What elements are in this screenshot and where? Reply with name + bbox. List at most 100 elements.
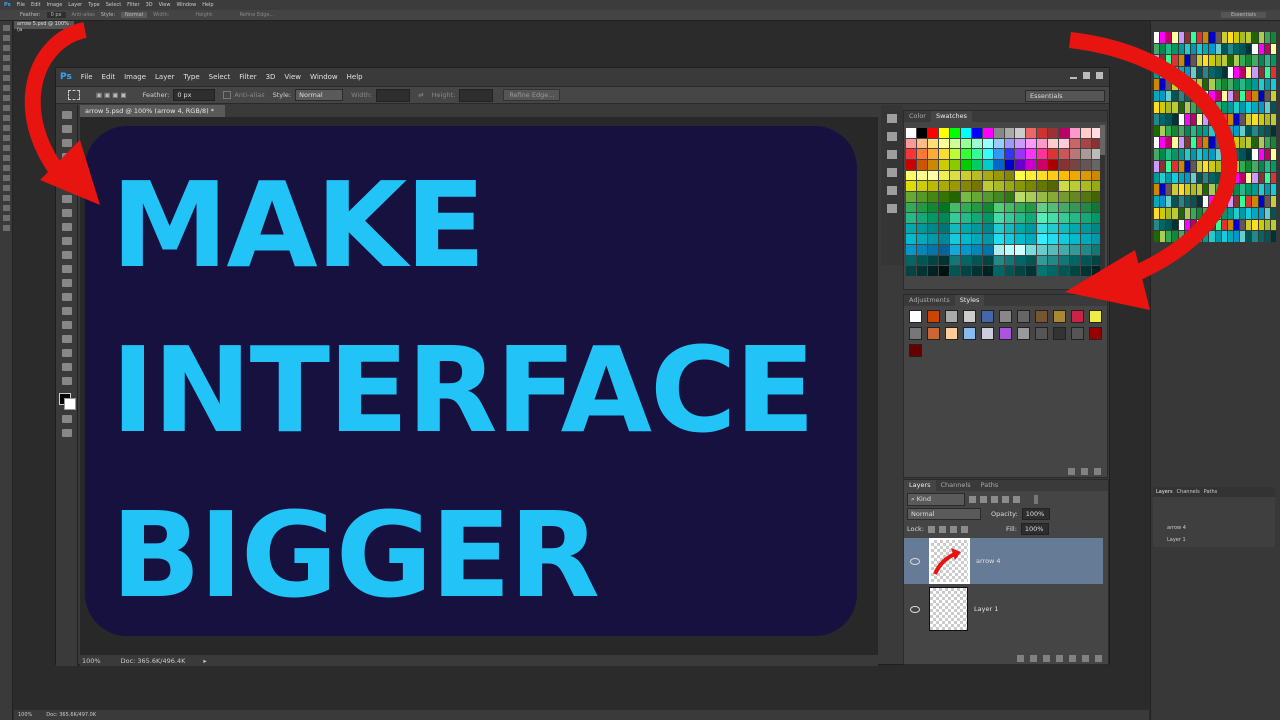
swatch[interactable] [982, 213, 993, 223]
swatch[interactable] [938, 149, 949, 159]
fill-input[interactable]: 100% [1020, 523, 1049, 535]
swatch[interactable] [916, 138, 927, 149]
swatch[interactable] [1037, 245, 1048, 255]
swatch[interactable] [1081, 128, 1092, 138]
brush-tool-icon[interactable] [61, 209, 72, 217]
bg-tool-icon[interactable] [2, 195, 10, 201]
swatch[interactable] [1004, 191, 1015, 202]
swatch[interactable] [949, 255, 960, 266]
menu-filter[interactable]: Filter [239, 73, 256, 81]
swatch[interactable] [1015, 149, 1026, 159]
swatch[interactable] [982, 149, 993, 159]
magic-wand-tool-icon[interactable] [61, 153, 72, 161]
swatch[interactable] [971, 170, 982, 181]
height-input[interactable] [459, 88, 494, 102]
filter-shape-icon[interactable] [1002, 496, 1009, 503]
swatch[interactable] [906, 181, 916, 191]
bg-menu-filter[interactable]: Filter [127, 2, 139, 8]
swatch[interactable] [1081, 202, 1092, 213]
swatch[interactable] [960, 149, 971, 159]
lock-all-icon[interactable] [961, 525, 969, 533]
lasso-tool-icon[interactable] [61, 139, 72, 147]
swatch[interactable] [993, 266, 1004, 276]
selection-mode-icons[interactable]: ▣▣▣▣ [96, 91, 129, 99]
style-swatch[interactable] [909, 327, 922, 340]
swatch[interactable] [1015, 128, 1026, 138]
swatch[interactable] [916, 181, 927, 191]
swatch[interactable] [927, 181, 938, 191]
swatch[interactable] [960, 202, 971, 213]
swatch[interactable] [971, 159, 982, 170]
bg-tool-icon[interactable] [2, 25, 10, 31]
swatch[interactable] [1059, 181, 1070, 191]
style-swatch[interactable] [1035, 327, 1048, 340]
swatch[interactable] [916, 202, 927, 213]
trash-icon[interactable] [1095, 655, 1102, 662]
bg-menu-select[interactable]: Select [106, 2, 121, 8]
layer-name[interactable]: Layer 1 [974, 605, 998, 613]
swatch[interactable] [982, 255, 993, 266]
swatch[interactable] [916, 255, 927, 266]
new-layer-icon[interactable] [1082, 655, 1089, 662]
blur-tool-icon[interactable] [61, 279, 72, 287]
swatch[interactable] [927, 266, 938, 276]
swatch[interactable] [927, 191, 938, 202]
bg-menu-layer[interactable]: Layer [68, 2, 82, 8]
bg-menu-edit[interactable]: Edit [31, 2, 41, 8]
swatch[interactable] [1026, 245, 1037, 255]
actions-play-icon[interactable] [887, 132, 897, 141]
style-swatch[interactable] [981, 310, 994, 323]
bg-menu-type[interactable]: Type [88, 2, 99, 8]
swatch[interactable] [993, 223, 1004, 234]
swatch[interactable] [927, 170, 938, 181]
swatch[interactable] [906, 128, 916, 138]
swatch[interactable] [982, 181, 993, 191]
marquee-tool-icon[interactable] [68, 90, 80, 100]
swatch[interactable] [1081, 181, 1092, 191]
swatch[interactable] [1059, 128, 1070, 138]
style-swatch[interactable] [909, 310, 922, 323]
swatch[interactable] [960, 255, 971, 266]
layer-kind-select[interactable]: ⌕ Kind [907, 493, 965, 506]
swap-icon[interactable]: ⇄ [418, 91, 423, 99]
swatch[interactable] [1048, 128, 1059, 138]
swatch[interactable] [949, 138, 960, 149]
style-swatch[interactable] [1089, 327, 1102, 340]
swatch[interactable] [982, 191, 993, 202]
swatch[interactable] [971, 234, 982, 245]
swatch[interactable] [938, 266, 949, 276]
swatch[interactable] [1081, 234, 1092, 245]
hand-tool-icon[interactable] [61, 363, 72, 371]
swatch[interactable] [971, 255, 982, 266]
swatch[interactable] [949, 245, 960, 255]
swatch[interactable] [1059, 159, 1070, 170]
swatch[interactable] [1037, 138, 1048, 149]
swatch[interactable] [916, 245, 927, 255]
swatch[interactable] [960, 191, 971, 202]
filter-toggle[interactable] [1034, 495, 1038, 504]
swatch[interactable] [1070, 223, 1081, 234]
swatch[interactable] [916, 191, 927, 202]
shape-tool-icon[interactable] [61, 349, 72, 357]
swatch[interactable] [1048, 149, 1059, 159]
swatch[interactable] [1026, 159, 1037, 170]
3d-cube-icon[interactable] [887, 186, 897, 195]
swatch[interactable] [960, 159, 971, 170]
swatch[interactable] [1070, 138, 1081, 149]
bg-tool-icon[interactable] [2, 125, 10, 131]
swatch[interactable] [938, 213, 949, 223]
swatch[interactable] [1070, 191, 1081, 202]
bg-tool-icon[interactable] [2, 35, 10, 41]
style-swatch[interactable] [927, 327, 940, 340]
swatch[interactable] [1048, 170, 1059, 181]
swatch[interactable] [1059, 170, 1070, 181]
swatch[interactable] [1004, 234, 1015, 245]
menu-view[interactable]: View [284, 73, 301, 81]
swatch[interactable] [916, 234, 927, 245]
adjustment-layer-icon[interactable] [1056, 655, 1063, 662]
close-icon[interactable] [1096, 72, 1103, 79]
swatch[interactable] [1037, 202, 1048, 213]
swatch[interactable] [1048, 181, 1059, 191]
minimize-icon[interactable] [1070, 77, 1077, 79]
refine-edge-button[interactable]: Refine Edge... [503, 89, 561, 101]
